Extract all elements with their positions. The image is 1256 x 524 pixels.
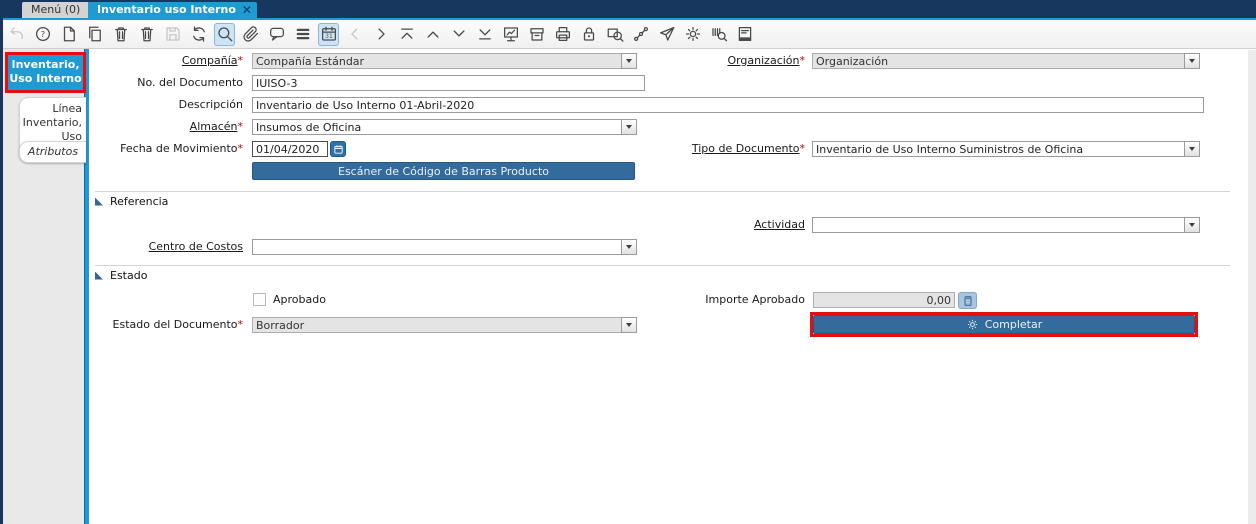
organizacion-combo[interactable] [812,53,1200,69]
copy-record-icon[interactable] [84,23,105,46]
completar-highlight-box: Completar [810,312,1198,337]
compania-value [252,53,621,69]
almacen-dropdown-icon[interactable] [621,119,637,135]
organizacion-dropdown-icon[interactable] [1184,53,1200,69]
tab-inventario-uso-interno[interactable]: Inventario uso Interno ✕ [88,2,257,18]
no-documento-input[interactable] [252,75,645,91]
gear-icon [966,318,979,331]
chat-icon[interactable] [266,23,287,46]
almacen-label[interactable]: Almacén* [95,120,243,134]
organizacion-label[interactable]: Organización* [655,54,805,68]
next-record-icon[interactable] [448,23,469,46]
tab-label: Inventario uso Interno [97,3,236,16]
tipo-documento-dropdown-icon[interactable] [1184,141,1200,157]
grid-toggle-icon[interactable] [292,23,313,46]
last-record-icon[interactable] [474,23,495,46]
collapse-triangle-icon [95,271,103,280]
estado-documento-value [252,317,621,333]
new-record-icon[interactable] [58,23,79,46]
find-icon[interactable] [214,22,235,46]
fecha-movimiento-input[interactable] [252,141,328,157]
no-documento-label: No. del Documento [137,76,243,89]
attachment-icon[interactable] [240,23,261,46]
delete-selection-icon[interactable] [136,23,157,46]
save-icon [162,23,183,46]
completar-button[interactable]: Completar [813,315,1195,334]
lock-icon[interactable] [578,23,599,46]
toolbar [0,20,1256,49]
almacen-value[interactable] [252,119,621,135]
workflow-icon[interactable] [630,23,651,46]
calculator-icon[interactable] [958,292,977,309]
actividad-label[interactable]: Actividad [655,218,805,232]
referencia-section-header[interactable]: Referencia [95,195,168,208]
centro-costos-label[interactable]: Centro de Costos [95,240,243,254]
actividad-combo[interactable] [812,217,1200,233]
previous-icon [344,23,365,46]
compania-combo[interactable] [252,53,637,69]
importe-aprobado-label: Importe Aprobado [705,293,805,306]
help-icon[interactable] [32,23,53,46]
undo-icon [6,23,27,46]
refresh-icon[interactable] [188,23,209,46]
compania-label[interactable]: Compañía* [95,54,243,68]
sidebar-tab-inventario-uso-interno[interactable]: Inventario, Uso Interno [5,52,86,93]
tab-menu[interactable]: Menú (0) [22,2,90,18]
report-icon[interactable] [500,23,521,46]
delete-record-icon[interactable] [110,23,131,46]
almacen-combo[interactable] [252,119,637,135]
zoom-across-icon[interactable] [604,23,625,46]
estado-section-header[interactable]: Estado [95,269,147,282]
aprobado-checkbox[interactable] [253,293,266,306]
archive-icon[interactable] [526,23,547,46]
calendar-icon[interactable] [318,22,339,46]
descripcion-label: Descripción [178,98,243,111]
send-icon[interactable] [656,23,677,46]
actividad-dropdown-icon[interactable] [1184,217,1200,233]
estado-documento-combo[interactable] [252,317,637,333]
vertical-scrollbar[interactable] [1248,50,1256,524]
collapse-triangle-icon [95,197,103,206]
sidebar-tab-atributos[interactable]: Atributos [19,141,86,163]
fecha-movimiento-label: Fecha de Movimiento* [120,142,243,155]
descripcion-input[interactable] [252,97,1204,113]
actividad-value[interactable] [812,217,1184,233]
section-divider [95,191,1230,192]
previous-record-icon[interactable] [422,23,443,46]
centro-costos-value[interactable] [252,239,621,255]
barcode-reader-icon[interactable] [708,23,729,46]
calendar-picker-icon[interactable] [330,141,346,157]
tipo-documento-value[interactable] [812,141,1184,157]
compania-dropdown-icon[interactable] [621,53,637,69]
barcode-scanner-button[interactable]: Escáner de Código de Barras Producto [252,162,635,180]
print-icon[interactable] [552,23,573,46]
tipo-documento-label[interactable]: Tipo de Documento* [655,142,805,156]
organizacion-value [812,53,1184,69]
estado-documento-dropdown-icon[interactable] [621,317,637,333]
centro-costos-dropdown-icon[interactable] [621,239,637,255]
estado-documento-label: Estado del Documento* [112,318,243,331]
window-tab-bar: Menú (0) Inventario uso Interno ✕ [0,0,1256,18]
importe-aprobado-input [813,292,955,308]
process-icon[interactable] [682,23,703,46]
first-record-icon[interactable] [396,23,417,46]
close-tab-icon[interactable]: ✕ [242,4,252,16]
aprobado-label: Aprobado [273,293,326,306]
centro-costos-combo[interactable] [252,239,637,255]
next-icon[interactable] [370,23,391,46]
section-divider [95,265,1230,266]
report-window-icon[interactable] [734,23,755,46]
tipo-documento-combo[interactable] [812,141,1200,157]
